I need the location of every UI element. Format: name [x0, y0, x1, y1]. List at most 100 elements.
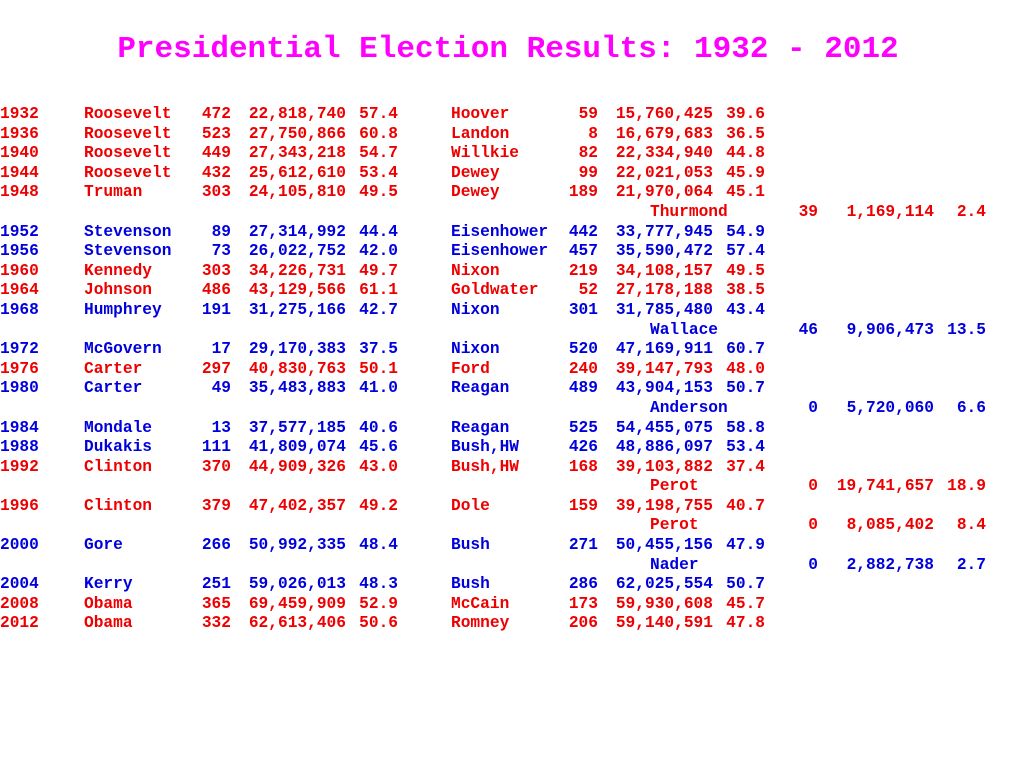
democrat-vote-percent: 52.9: [359, 594, 398, 613]
republican-popular-votes: 33,777,945: [615, 222, 713, 241]
republican-popular-votes: 16,679,683: [615, 124, 713, 143]
democrat-electoral-votes: 191: [201, 300, 231, 319]
election-year: 1988: [0, 438, 39, 457]
election-year: 1972: [0, 340, 39, 359]
third-party-popular-votes: 5,720,060: [846, 398, 934, 417]
republican-candidate: Nixon: [451, 261, 500, 280]
third-party-vote-percent: 6.6: [956, 398, 986, 417]
republican-vote-percent: 53.4: [726, 438, 765, 457]
democrat-popular-votes: 29,170,383: [248, 340, 346, 359]
democrat-vote-percent: 50.1: [359, 359, 398, 378]
republican-popular-votes: 59,930,608: [615, 594, 713, 613]
republican-electoral-votes: 52: [578, 281, 598, 300]
third-party-vote-percent: 13.5: [947, 320, 986, 339]
republican-vote-percent: 50.7: [726, 575, 765, 594]
democrat-candidate: McGovern: [84, 340, 162, 359]
democrat-popular-votes: 37,577,185: [248, 418, 346, 437]
democrat-popular-votes: 31,275,166: [248, 300, 346, 319]
republican-popular-votes: 39,198,755: [615, 496, 713, 515]
democrat-electoral-votes: 303: [201, 261, 231, 280]
democrat-popular-votes: 27,314,992: [248, 222, 346, 241]
republican-vote-percent: 47.9: [726, 536, 765, 555]
democrat-candidate: Truman: [84, 183, 143, 202]
republican-electoral-votes: 82: [578, 144, 598, 163]
democrat-popular-votes: 59,026,013: [248, 575, 346, 594]
third-party-candidate: Perot: [650, 477, 699, 496]
election-year: 1976: [0, 359, 39, 378]
democrat-vote-percent: 49.5: [359, 183, 398, 202]
democrat-vote-percent: 60.8: [359, 124, 398, 143]
republican-electoral-votes: 219: [568, 261, 598, 280]
democrat-popular-votes: 27,750,866: [248, 124, 346, 143]
election-year: 1980: [0, 379, 39, 398]
democrat-electoral-votes: 432: [201, 163, 231, 182]
third-party-candidate: Nader: [650, 555, 699, 574]
election-year: 2000: [0, 536, 39, 555]
election-year: 1956: [0, 242, 39, 261]
third-party-vote-percent: 8.4: [956, 516, 986, 535]
democrat-vote-percent: 43.0: [359, 457, 398, 476]
republican-candidate: Reagan: [451, 418, 510, 437]
democrat-candidate: Stevenson: [84, 222, 172, 241]
republican-candidate: Dewey: [451, 183, 500, 202]
democrat-vote-percent: 42.0: [359, 242, 398, 261]
democrat-electoral-votes: 89: [211, 222, 231, 241]
democrat-candidate: Clinton: [84, 457, 152, 476]
republican-vote-percent: 37.4: [726, 457, 765, 476]
third-party-popular-votes: 1,169,114: [846, 202, 934, 221]
republican-popular-votes: 54,455,075: [615, 418, 713, 437]
democrat-candidate: Roosevelt: [84, 124, 172, 143]
democrat-candidate: Gore: [84, 536, 123, 555]
republican-popular-votes: 21,970,064: [615, 183, 713, 202]
republican-electoral-votes: 489: [568, 379, 598, 398]
republican-vote-percent: 60.7: [726, 340, 765, 359]
republican-candidate: Romney: [451, 614, 510, 633]
democrat-electoral-votes: 379: [201, 496, 231, 515]
republican-electoral-votes: 240: [568, 359, 598, 378]
democrat-candidate: Johnson: [84, 281, 152, 300]
third-party-vote-percent: 2.4: [956, 202, 986, 221]
democrat-candidate: Humphrey: [84, 300, 162, 319]
democrat-vote-percent: 41.0: [359, 379, 398, 398]
democrat-electoral-votes: 251: [201, 575, 231, 594]
third-party-vote-percent: 2.7: [956, 555, 986, 574]
republican-electoral-votes: 286: [568, 575, 598, 594]
third-party-candidate: Wallace: [650, 320, 718, 339]
republican-electoral-votes: 442: [568, 222, 598, 241]
democrat-vote-percent: 49.7: [359, 261, 398, 280]
republican-electoral-votes: 271: [568, 536, 598, 555]
democrat-vote-percent: 37.5: [359, 340, 398, 359]
republican-electoral-votes: 457: [568, 242, 598, 261]
election-year: 1936: [0, 124, 39, 143]
democrat-vote-percent: 48.3: [359, 575, 398, 594]
democrat-vote-percent: 48.4: [359, 536, 398, 555]
republican-vote-percent: 45.9: [726, 163, 765, 182]
republican-candidate: Dewey: [451, 163, 500, 182]
democrat-candidate: Roosevelt: [84, 163, 172, 182]
third-party-electoral-votes: 0: [808, 516, 818, 535]
third-party-candidate: Perot: [650, 516, 699, 535]
republican-candidate: Ford: [451, 359, 490, 378]
republican-candidate: Nixon: [451, 340, 500, 359]
republican-vote-percent: 48.0: [726, 359, 765, 378]
third-party-popular-votes: 19,741,657: [836, 477, 934, 496]
third-party-electoral-votes: 0: [808, 477, 818, 496]
republican-candidate: McCain: [451, 594, 510, 613]
election-year: 1964: [0, 281, 39, 300]
republican-candidate: Bush,HW: [451, 438, 519, 457]
republican-vote-percent: 47.8: [726, 614, 765, 633]
election-year: 1960: [0, 261, 39, 280]
republican-candidate: Eisenhower: [451, 242, 549, 261]
republican-electoral-votes: 168: [568, 457, 598, 476]
republican-popular-votes: 31,785,480: [615, 300, 713, 319]
election-year: 1948: [0, 183, 39, 202]
republican-vote-percent: 45.1: [726, 183, 765, 202]
third-party-popular-votes: 8,085,402: [846, 516, 934, 535]
republican-electoral-votes: 426: [568, 438, 598, 457]
democrat-candidate: Carter: [84, 359, 143, 378]
democrat-electoral-votes: 303: [201, 183, 231, 202]
democrat-vote-percent: 49.2: [359, 496, 398, 515]
third-party-popular-votes: 9,906,473: [846, 320, 934, 339]
republican-vote-percent: 49.5: [726, 261, 765, 280]
republican-vote-percent: 50.7: [726, 379, 765, 398]
